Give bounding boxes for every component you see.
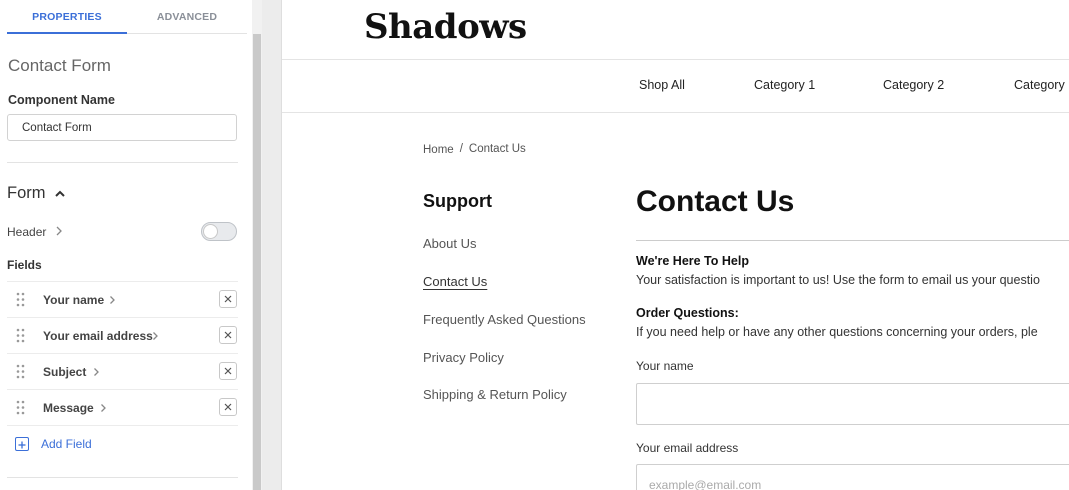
divider: [636, 240, 1069, 241]
close-icon: [224, 295, 232, 303]
page-preview: Shadows Shop All Category 1 Category 2 C…: [282, 0, 1069, 490]
plus-icon: [15, 437, 29, 451]
field-name: Your email address: [43, 329, 153, 343]
close-icon: [224, 403, 232, 411]
panel-title: Contact Form: [8, 56, 111, 75]
field-row-your-name[interactable]: Your name: [7, 281, 238, 317]
panel-tabs: PROPERTIES ADVANCED: [7, 0, 247, 34]
nav-item-category-2[interactable]: Category 2: [883, 78, 944, 92]
form-section-label: Form: [7, 184, 46, 202]
panel-scrollbar-thumb[interactable]: [253, 34, 261, 490]
support-link-about-us[interactable]: About Us: [423, 236, 476, 251]
field-row-email[interactable]: Your email address: [7, 317, 238, 353]
tab-properties[interactable]: PROPERTIES: [7, 0, 127, 34]
field-name: Your name: [43, 293, 105, 307]
component-name-input[interactable]: [7, 114, 237, 141]
header-row: Header: [7, 222, 238, 242]
chevron-right-icon: [101, 404, 106, 412]
main-nav: Shop All Category 1 Category 2 Category: [282, 59, 1069, 113]
field-name: Message: [43, 401, 94, 415]
add-field-button[interactable]: Add Field: [7, 425, 238, 461]
chevron-right-icon: [94, 368, 99, 376]
canvas-gutter: [262, 0, 282, 490]
fields-label: Fields: [7, 258, 42, 272]
email-input[interactable]: [636, 464, 1069, 490]
name-field-label: Your name: [636, 359, 694, 373]
section-title: We're Here To Help: [636, 254, 749, 268]
drag-handle-icon[interactable]: [16, 292, 25, 307]
properties-panel: PROPERTIES ADVANCED Contact Form Compone…: [0, 0, 252, 490]
store-logo[interactable]: Shadows: [364, 7, 527, 47]
chevron-right-icon: [110, 296, 115, 304]
drag-handle-icon[interactable]: [16, 328, 25, 343]
email-field-label: Your email address: [636, 441, 739, 455]
support-title: Support: [423, 191, 492, 211]
remove-field-button[interactable]: [219, 326, 237, 344]
support-link-contact-us[interactable]: Contact Us: [423, 274, 487, 289]
page-title: Contact Us: [636, 185, 795, 218]
header-toggle[interactable]: [201, 222, 237, 241]
name-input[interactable]: [636, 383, 1069, 425]
nav-item-category-1[interactable]: Category 1: [754, 78, 815, 92]
form-section-toggle[interactable]: Form: [7, 184, 67, 203]
breadcrumb-current: Contact Us: [468, 143, 526, 155]
close-icon: [224, 331, 232, 339]
chevron-right-icon: [153, 332, 158, 340]
support-link-privacy-policy[interactable]: Privacy Policy: [423, 350, 504, 365]
breadcrumb-separator: /: [459, 143, 463, 155]
remove-field-button[interactable]: [219, 398, 237, 416]
component-name-label: Component Name: [8, 93, 115, 107]
field-row-message[interactable]: Message: [7, 389, 238, 425]
drag-handle-icon[interactable]: [16, 364, 25, 379]
remove-field-button[interactable]: [219, 290, 237, 308]
chevron-up-icon: [54, 190, 65, 197]
toggle-knob: [203, 224, 218, 239]
header-label[interactable]: Header: [7, 225, 46, 239]
add-field-label: Add Field: [41, 437, 92, 451]
nav-item-shop-all[interactable]: Shop All: [639, 78, 685, 92]
divider: [7, 162, 238, 163]
support-link-shipping-return[interactable]: Shipping & Return Policy: [423, 387, 567, 402]
breadcrumb: Home / Contact Us: [423, 143, 526, 156]
field-list: Your name Your email address Subject Mes…: [7, 281, 238, 425]
divider: [7, 477, 238, 478]
nav-item-category-3[interactable]: Category: [1014, 78, 1065, 92]
close-icon: [224, 367, 232, 375]
support-link-faq[interactable]: Frequently Asked Questions: [423, 312, 586, 327]
field-name: Subject: [43, 365, 87, 379]
tab-advanced[interactable]: ADVANCED: [127, 0, 247, 34]
field-row-subject[interactable]: Subject: [7, 353, 238, 389]
breadcrumb-home[interactable]: Home: [423, 144, 454, 156]
section-title: Order Questions:: [636, 306, 739, 320]
remove-field-button[interactable]: [219, 362, 237, 380]
section-text: Your satisfaction is important to us! Us…: [636, 273, 1040, 287]
chevron-right-icon[interactable]: [55, 225, 63, 237]
drag-handle-icon[interactable]: [16, 400, 25, 415]
section-text: If you need help or have any other quest…: [636, 325, 1038, 339]
